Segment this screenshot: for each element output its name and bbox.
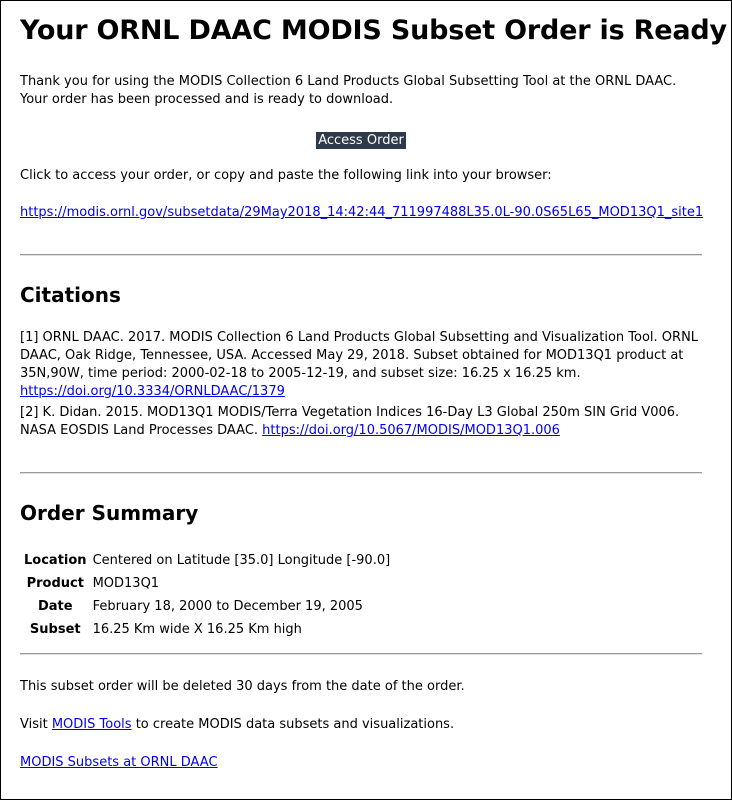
summary-key: Date bbox=[37, 599, 73, 614]
divider bbox=[20, 254, 702, 256]
summary-value: 16.25 Km wide X 16.25 Km high bbox=[92, 622, 302, 637]
citation-1-doi-link[interactable]: https://doi.org/10.3334/ORNLDAAC/1379 bbox=[20, 384, 285, 399]
page-title: Your ORNL DAAC MODIS Subset Order is Rea… bbox=[20, 15, 727, 46]
summary-key: Subset bbox=[29, 622, 81, 637]
summary-row-product: Product MOD13Q1 bbox=[22, 572, 392, 595]
summary-value: MOD13Q1 bbox=[92, 576, 160, 591]
access-button-row: Access Order bbox=[20, 129, 702, 149]
summary-row-location: Location Centered on Latitude [35.0] Lon… bbox=[22, 549, 392, 572]
citations-heading: Citations bbox=[20, 283, 121, 307]
summary-key: Location bbox=[24, 553, 87, 568]
citation-1-text: [1] ORNL DAAC. 2017. MODIS Collection 6 … bbox=[20, 330, 699, 381]
visit-line: Visit MODIS Tools to create MODIS data s… bbox=[20, 716, 454, 734]
divider bbox=[20, 472, 702, 474]
intro-text: Thank you for using the MODIS Collection… bbox=[20, 74, 677, 107]
summary-value: Centered on Latitude [35.0] Longitude [-… bbox=[92, 553, 391, 568]
deletion-note: This subset order will be deleted 30 day… bbox=[20, 679, 465, 694]
visit-prefix: Visit bbox=[20, 717, 48, 732]
order-link-line: https://modis.ornl.gov/subsetdata/29May2… bbox=[20, 204, 703, 222]
access-instructions: Click to access your order, or copy and … bbox=[20, 168, 552, 183]
summary-value: February 18, 2000 to December 19, 2005 bbox=[92, 599, 363, 614]
citation-2-doi-link[interactable]: https://doi.org/10.5067/MODIS/MOD13Q1.00… bbox=[262, 423, 560, 438]
summary-row-subset: Subset 16.25 Km wide X 16.25 Km high bbox=[22, 618, 392, 641]
order-summary-heading: Order Summary bbox=[20, 501, 199, 525]
modis-tools-link[interactable]: MODIS Tools bbox=[52, 717, 132, 732]
summary-row-date: Date February 18, 2000 to December 19, 2… bbox=[22, 595, 392, 618]
citation-1: [1] ORNL DAAC. 2017. MODIS Collection 6 … bbox=[20, 329, 702, 401]
summary-key: Product bbox=[26, 576, 84, 591]
modis-subsets-link[interactable]: MODIS Subsets at ORNL DAAC bbox=[20, 755, 218, 770]
order-summary-table: Location Centered on Latitude [35.0] Lon… bbox=[22, 549, 392, 641]
subsets-link-line: MODIS Subsets at ORNL DAAC bbox=[20, 754, 218, 772]
access-order-button[interactable]: Access Order bbox=[316, 132, 406, 149]
visit-suffix: to create MODIS data subsets and visuali… bbox=[135, 717, 455, 732]
citation-2: [2] K. Didan. 2015. MOD13Q1 MODIS/Terra … bbox=[20, 404, 702, 440]
order-link[interactable]: https://modis.ornl.gov/subsetdata/29May2… bbox=[20, 205, 703, 220]
email-frame: Your ORNL DAAC MODIS Subset Order is Rea… bbox=[0, 0, 732, 800]
divider bbox=[20, 653, 702, 655]
